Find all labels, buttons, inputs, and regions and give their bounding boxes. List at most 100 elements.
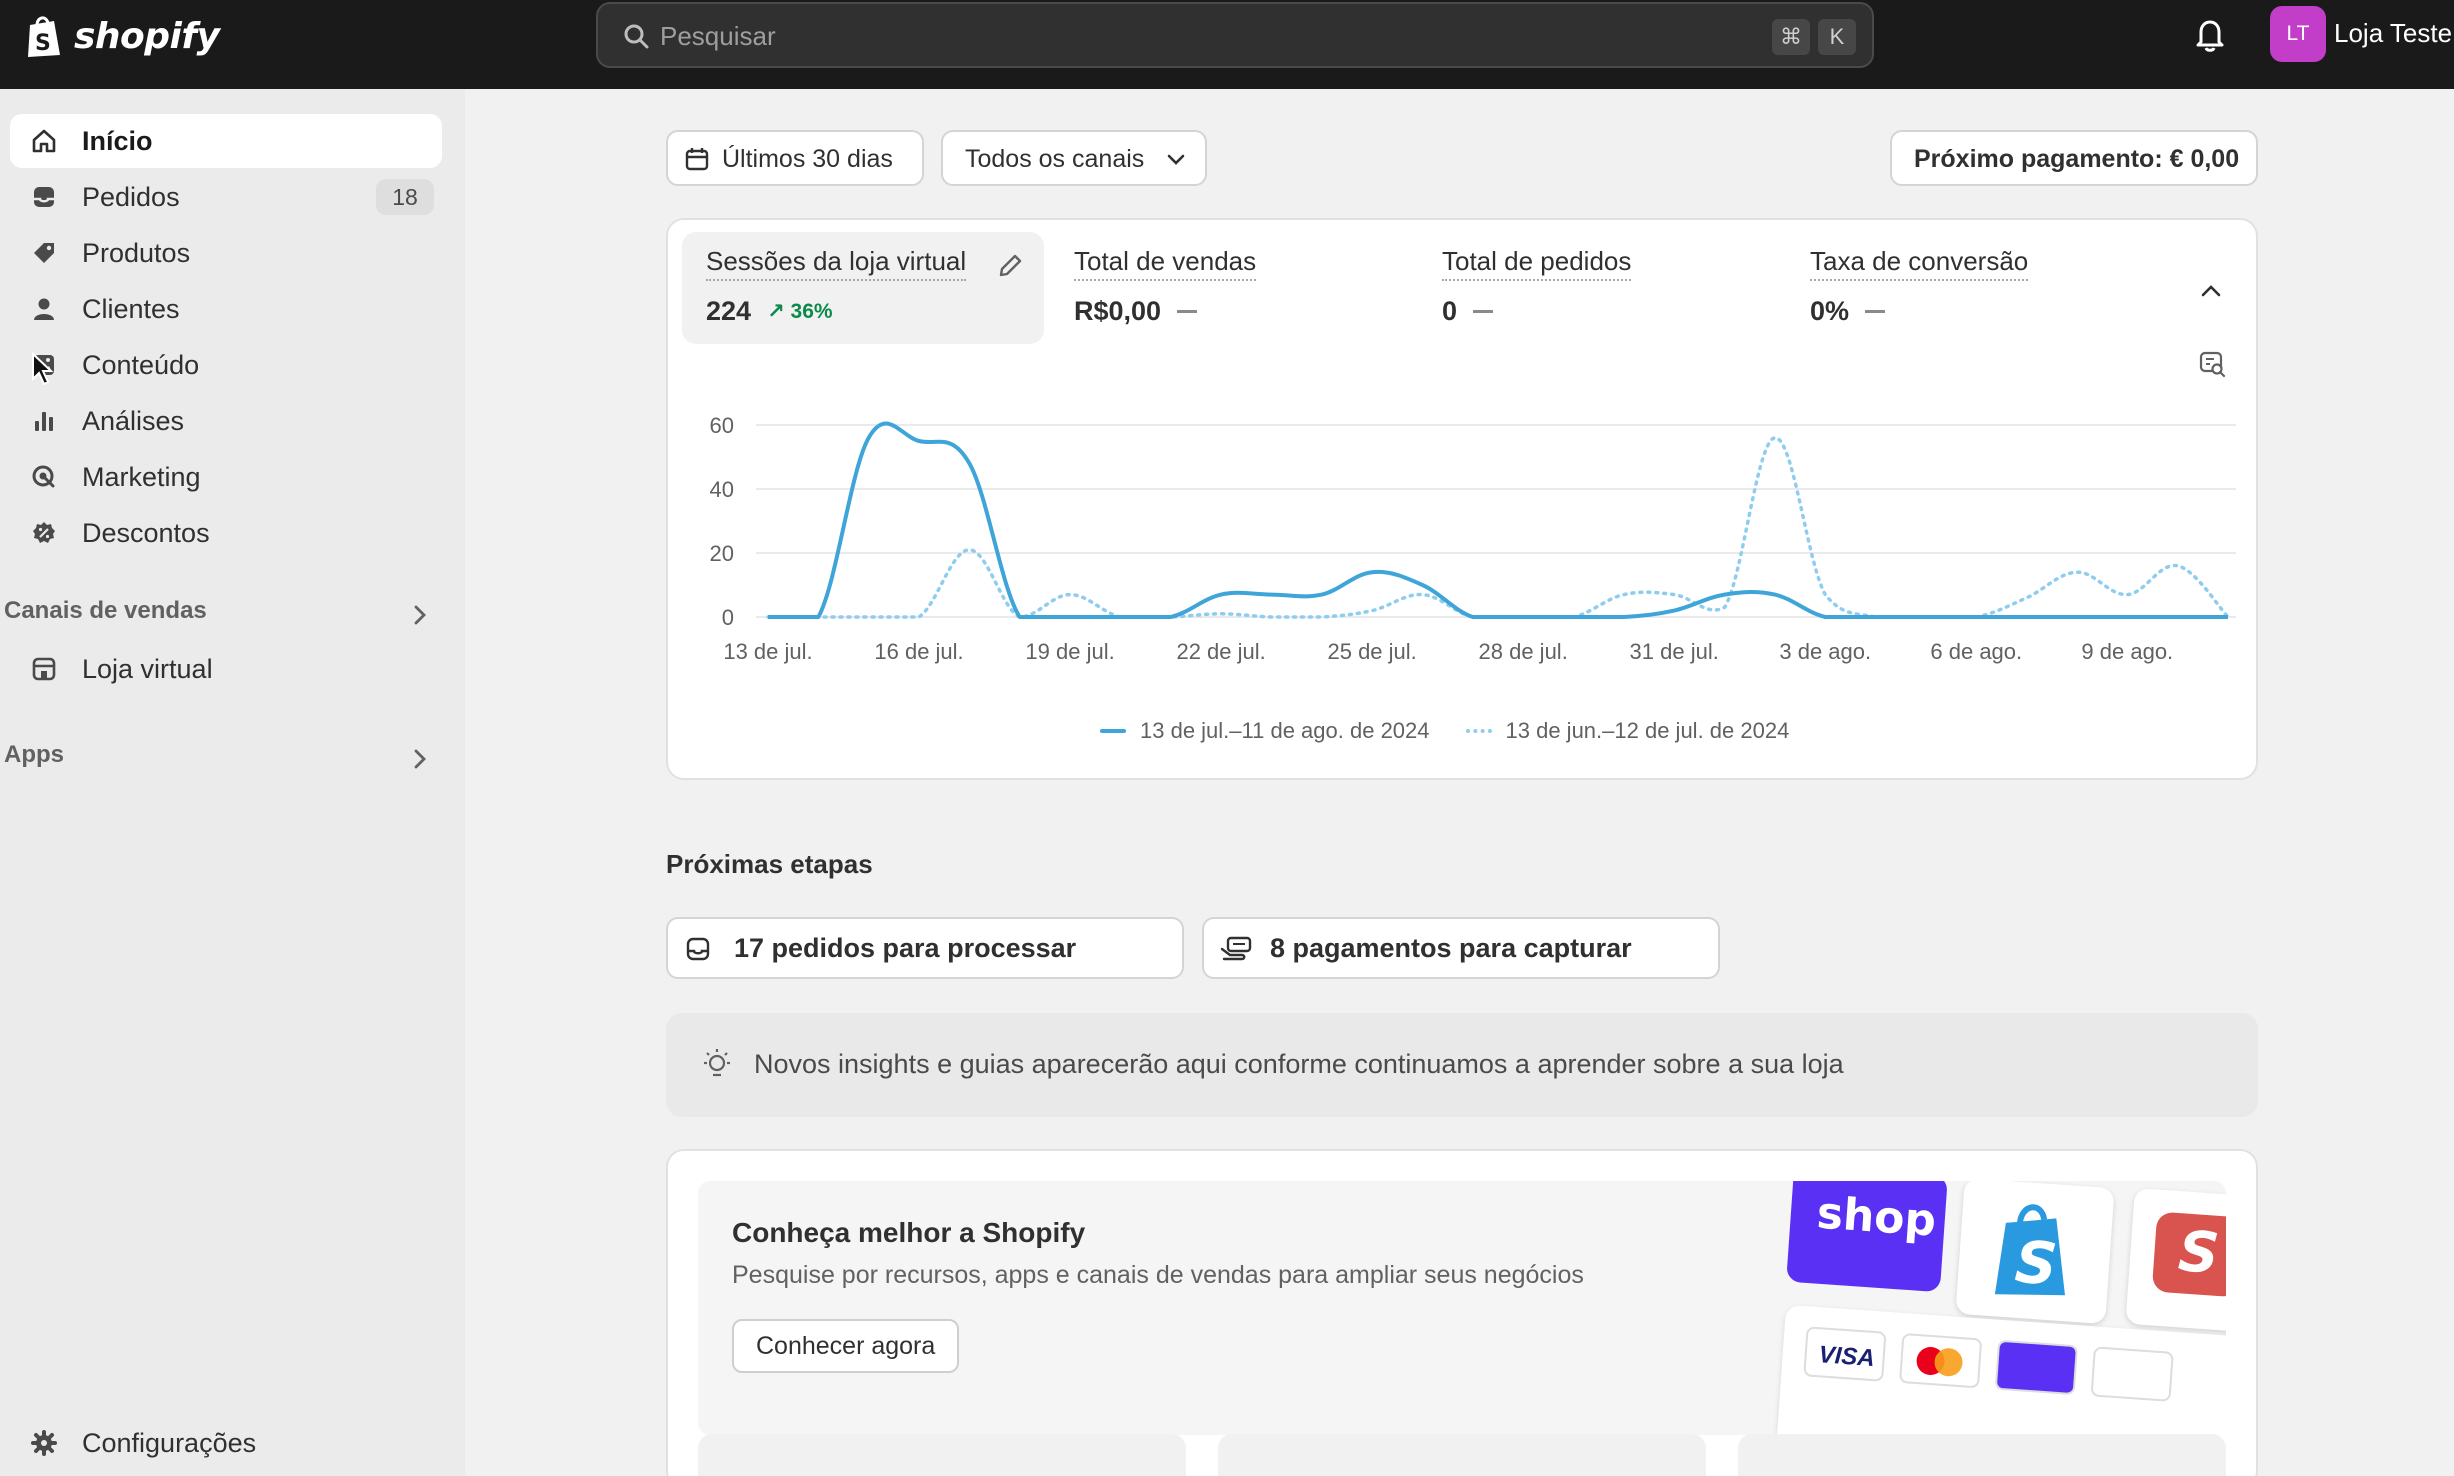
no-change-dash [1177,310,1198,313]
sidebar-item-pedidos[interactable]: Pedidos 18 [10,170,442,224]
cash-hand-icon [1220,936,1252,961]
avatar[interactable]: LT [2270,6,2326,62]
sidebar-item-label: Produtos [82,238,191,268]
metric-tab-conversion[interactable]: Taxa de conversão 0% [1786,232,2086,344]
y-tick-label: 40 [710,477,734,502]
shopify-bag-letter: S [2013,1228,2059,1299]
chevron-right-icon[interactable] [410,747,430,771]
sidebar-item-descontos[interactable]: Descontos [10,506,442,560]
promo-title: Conheça melhor a Shopify [732,1217,1086,1248]
capture-payments-task[interactable]: 8 pagamentos para capturar [1202,917,1720,979]
shop-app-logo: shop [1786,1181,1948,1293]
metric-value-row: 0% [1810,296,1886,327]
svg-text:S: S [35,31,51,56]
promo-description: Pesquise por recursos, apps e canais de … [732,1261,1584,1289]
visa-logo-text: VISA [1817,1341,1876,1373]
sidebar-item-loja-virtual[interactable]: Loja virtual [10,642,442,696]
metric-label: Total de vendas [1074,246,1257,281]
metric-tab-orders[interactable]: Total de pedidos 0 [1418,232,1780,344]
x-tick-label: 28 de jul. [1479,639,1568,664]
gear-icon [31,1430,57,1456]
metric-label: Sessões da loja virtual [706,246,967,281]
process-orders-task[interactable]: 17 pedidos para processar [666,917,1184,979]
sidebar-item-label: Loja virtual [82,654,213,684]
tag-icon [34,243,54,263]
visa-badge: VISA [1803,1326,1887,1382]
chevron-up-icon[interactable] [2198,280,2224,302]
chart-legend: 13 de jul.–11 de ago. de 2024 13 de jun.… [1100,718,1789,744]
sidebar-item-label: Análises [82,406,185,436]
calendar-icon [685,148,709,171]
brand-name: shopify [74,15,220,57]
legend-swatch-current [1100,729,1126,733]
sidebar-item-clientes[interactable]: Clientes [10,282,442,336]
insights-banner: Novos insights e guias aparecerão aqui c… [666,1013,2258,1117]
inbox-icon [34,187,54,207]
series-line-previous [766,436,2230,619]
no-change-dash [1473,310,1494,313]
explore-now-button[interactable]: Conhecer agora [732,1319,960,1373]
sidebar-item-label: Configurações [82,1428,257,1458]
placeholder-card [1218,1434,1706,1476]
metric-delta-value: 36% [790,300,833,323]
x-tick-label: 25 de jul. [1327,639,1416,664]
channels-dropdown[interactable]: Todos os canais [941,130,1207,186]
store-icon [32,657,56,681]
sales-channels-title[interactable]: Canais de vendas [4,597,207,625]
channels-label: Todos os canais [965,145,1145,173]
metric-value-row: R$0,00 [1074,296,1198,327]
x-tick-label: 31 de jul. [1630,639,1719,664]
sidebar-item-analises[interactable]: Análises [10,394,442,448]
shopify-logo[interactable]: S shopify [24,8,220,64]
sidebar-item-label: Marketing [82,462,201,492]
shortcut-key-cmd: ⌘ [1772,19,1810,55]
date-range-button[interactable]: Últimos 30 dias [666,130,924,186]
sidebar-item-inicio[interactable]: Início [10,114,442,168]
task-label: 8 pagamentos para capturar [1270,933,1632,963]
metric-value-row: 0 [1442,296,1494,327]
y-tick-label: 0 [722,605,734,630]
sidebar-item-produtos[interactable]: Produtos [10,226,442,280]
home-icon [32,129,56,153]
sidebar-item-marketing[interactable]: Marketing [10,450,442,504]
x-tick-label: 13 de jul. [723,639,812,664]
sidebar-item-configuracoes[interactable]: Configurações [10,1416,442,1470]
placeholder-card [698,1434,1186,1476]
chevron-down-icon [1167,154,1185,165]
series-line-current [768,421,2228,619]
promo-inner: Conheça melhor a Shopify Pesquise por re… [698,1181,2226,1435]
pencil-icon[interactable] [996,252,1024,280]
date-range-label: Últimos 30 dias [722,145,893,173]
metric-tab-sessions[interactable]: Sessões da loja virtual 224 ↗ 36% [682,232,1044,344]
notifications-bell-icon[interactable] [2192,16,2228,54]
shop-red-letter: S [2176,1219,2222,1287]
x-tick-label: 22 de jul. [1176,639,1265,664]
mouse-cursor-icon [32,351,54,386]
person-icon [34,298,54,320]
search-bar[interactable]: ⌘ K [596,2,1874,68]
metric-value: R$0,00 [1074,296,1162,326]
insights-search-icon[interactable] [2198,350,2228,380]
sidebar-item-label: Início [82,126,153,156]
sidebar-item-conteudo[interactable]: Conteúdo [10,338,442,392]
metric-label: Taxa de conversão [1810,246,2029,281]
sidebar-item-label: Pedidos [82,182,180,212]
next-payment-button[interactable]: Próximo pagamento: € 0,00 [1890,130,2258,186]
next-steps-title: Próximas etapas [666,849,873,879]
target-icon [32,465,55,488]
x-tick-label: 6 de ago. [1930,639,2022,664]
sidebar-item-label: Conteúdo [82,350,200,380]
search-icon [624,24,649,49]
metric-tab-sales[interactable]: Total de vendas R$0,00 [1050,232,1412,344]
arrow-up-right-icon: ↗ [767,300,785,323]
chevron-right-icon[interactable] [410,603,430,627]
next-payment-label: Próximo pagamento: € 0,00 [1914,145,2240,173]
discount-icon [33,522,55,543]
orders-count-badge: 18 [376,179,434,215]
apps-title[interactable]: Apps [4,741,64,769]
store-name[interactable]: Loja Teste [2334,18,2452,49]
y-tick-label: 20 [710,541,734,566]
task-label: 17 pedidos para processar [734,933,1077,963]
sessions-line-chart: 0 20 40 60 13 de jul. 16 de jul. 19 de jul. 22 … [710,413,2236,664]
search-input[interactable] [660,14,1660,58]
